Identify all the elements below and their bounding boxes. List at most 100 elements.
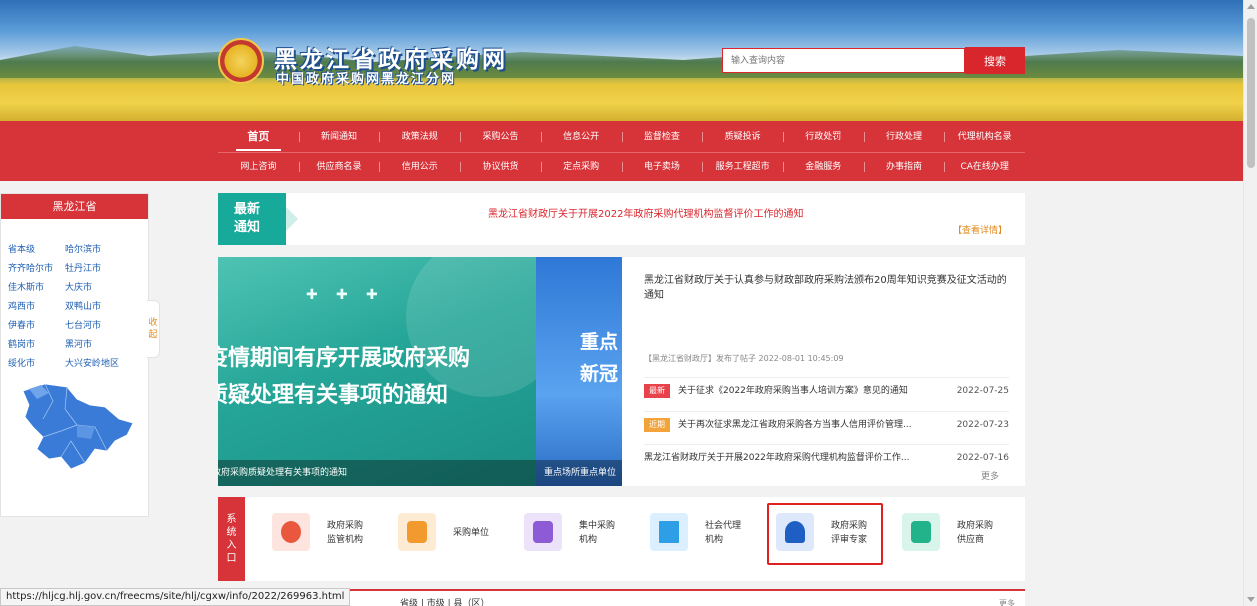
list-item[interactable]: 黑龙江省财政厅关于开展2022年政府采购代理机构监督评价工作... 2022-0… [644,444,1009,470]
nav-item-consult[interactable]: 网上咨询 [218,153,299,181]
search-input[interactable] [722,48,965,73]
list-item[interactable]: 最新 关于征求《2022年政府采购当事人培训方案》意见的通知 2022-07-25 [644,377,1009,403]
supplier-icon[interactable] [902,513,940,551]
region-link[interactable]: 齐齐哈尔市 [8,260,65,279]
system-entry-label: 系 统 入 口 [218,497,245,581]
nav-row-secondary: 网上咨询 供应商名录 信用公示 协议供货 定点采购 电子卖场 服务工程超市 金融… [218,152,1025,181]
entry-label[interactable]: 社会代理 机构 [705,519,765,547]
region-link[interactable]: 绥化市 [8,355,65,374]
nav-item-complaints[interactable]: 质疑投诉 [702,123,783,152]
region-link[interactable]: 鸡西市 [8,298,65,317]
slide-caption-text: 关于疫情期间有序开展政府采购质疑处理有关事项的通知 [218,468,348,478]
nav-item-service-market[interactable]: 服务工程超市 [702,153,783,181]
entry-label-line: 政府采购 [327,521,364,531]
buyer-icon[interactable] [398,513,436,551]
level-tabs[interactable]: 省级 | 市级 | 县（区） [400,596,490,606]
nav-item-guide[interactable]: 办事指南 [863,153,945,181]
entry-label[interactable]: 集中采购 机构 [579,519,639,547]
nav-item-ca[interactable]: CA在线办理 [944,153,1025,181]
nav-item-procurement-notice[interactable]: 采购公告 [460,123,541,152]
label-char: 入 [226,540,237,551]
nav-item-news[interactable]: 新闻通知 [298,123,380,152]
building-icon[interactable] [650,513,688,551]
news-tag-latest: 最新 [644,384,670,398]
entry-label-line: 机构 [705,535,724,545]
latest-notice-badge: 最新 通知 [218,193,298,245]
bottom-more-link[interactable]: 更多 [999,598,1015,606]
slide-headline: 质疑处理有关事项的通知 [218,382,449,408]
nav-item-handling[interactable]: 行政处理 [863,123,945,152]
region-link[interactable]: 七台河市 [65,317,122,336]
news-carousel[interactable]: ✚ ✚ ✚ 疫情期间有序开展政府采购 质疑处理有关事项的通知 关于疫情期间有序开… [218,257,622,486]
page-scrollbar[interactable] [1243,0,1257,606]
badge-line: 最新 [234,202,261,217]
sidebar-title: 黑龙江省 [1,194,148,219]
news-meta: 【黑龙江省财政厅】发布了帖子 2022-08-01 10:45:09 [644,354,844,363]
list-item[interactable]: 近期 关于再次征求黑龙江省政府采购各方当事人信用评价管理... 2022-07-2… [644,411,1009,437]
national-emblem-icon[interactable] [218,38,264,84]
scroll-up-icon[interactable] [1247,4,1255,9]
region-link[interactable]: 鹤岗市 [8,336,65,355]
nav-item-designated[interactable]: 定点采购 [540,153,622,181]
notice-detail-link[interactable]: 【查看详情】 [953,223,1007,236]
news-headline[interactable]: 黑龙江省财政厅关于认真参与财政部政府采购法颁布20周年知识竞赛及征文活动的通知 [644,273,1014,303]
region-link[interactable]: 牡丹江市 [65,260,122,279]
entry-label-line: 监管机构 [327,535,364,545]
search-button[interactable]: 搜索 [965,47,1025,74]
entry-label-line: 社会代理 [705,521,742,531]
notice-link[interactable]: 黑龙江省财政厅关于开展2022年政府采购代理机构监督评价工作的通知 [488,205,803,220]
banner-hills [0,46,1243,78]
news-item-title[interactable]: 关于再次征求黑龙江省政府采购各方当事人信用评价管理... [678,412,918,438]
scroll-down-icon[interactable] [1247,597,1255,602]
nav-item-credit[interactable]: 信用公示 [379,153,460,181]
main-nav: 首页 新闻通知 政策法规 采购公告 信息公开 监督检查 质疑投诉 行政处罚 行政… [0,121,1243,181]
nav-item-finance[interactable]: 金融服务 [782,153,864,181]
carousel-slide[interactable]: 重点 新冠 重点场所重点单位 [536,257,622,486]
slide-caption[interactable]: 重点场所重点单位 [536,460,622,486]
entry-label-line: 供应商 [957,535,985,545]
entry-label[interactable]: 采购单位 [453,526,513,540]
label-char: 口 [226,553,237,564]
region-sidebar: 黑龙江省 省本级 哈尔滨市 齐齐哈尔市 牡丹江市 佳木斯市 大庆市 鸡西市 双鸭山市 伊… [0,193,149,517]
slide-headline: 疫情期间有序开展政府采购 [218,345,471,371]
news-item-title[interactable]: 关于征求《2022年政府采购当事人培训方案》意见的通知 [678,378,918,404]
scroll-thumb[interactable] [1247,18,1255,168]
latest-notice-bar: 最新 通知 黑龙江省财政厅关于开展2022年政府采购代理机构监督评价工作的通知 … [218,193,1025,245]
medical-cross-icon: ✚ [336,287,348,303]
sidebar-collapse-toggle[interactable]: 收起 [147,300,160,358]
province-map-icon[interactable] [15,379,135,474]
carousel-slide[interactable]: ✚ ✚ ✚ 疫情期间有序开展政府采购 质疑处理有关事项的通知 关于疫情期间有序开… [218,257,566,486]
region-link[interactable]: 伊春市 [8,317,65,336]
region-link[interactable]: 大庆市 [65,279,122,298]
status-bar-url: https://hljcg.hlj.gov.cn/freecms/site/hl… [0,588,351,606]
header-banner: 黑龙江省政府采购网 中国政府采购网黑龙江分网 搜索 [0,0,1243,121]
region-link[interactable]: 双鸭山市 [65,298,122,317]
expert-highlight-box [767,503,883,565]
nav-item-penalty[interactable]: 行政处罚 [782,123,864,152]
entry-label[interactable]: 政府采购 供应商 [957,519,1017,547]
region-link[interactable]: 黑河市 [65,336,122,355]
nav-item-emall[interactable]: 电子卖场 [621,153,703,181]
region-link[interactable]: 佳木斯市 [8,279,65,298]
nav-item-disclosure[interactable]: 信息公开 [540,123,622,152]
region-link[interactable]: 省本级 [8,241,65,260]
entry-label-line: 机构 [579,535,598,545]
slide-headline: 重点 [580,331,619,353]
slide-caption[interactable]: 关于疫情期间有序开展政府采购质疑处理有关事项的通知 [218,460,536,486]
nav-item-policy[interactable]: 政策法规 [379,123,460,152]
nav-item-supplier-list[interactable]: 供应商名录 [298,153,380,181]
label-char: 系 [226,514,237,525]
supervision-icon[interactable] [272,513,310,551]
nav-item-agency-list[interactable]: 代理机构名录 [944,123,1025,152]
news-item-date: 2022-07-16 [956,453,1009,463]
region-link[interactable]: 哈尔滨市 [65,241,122,260]
nav-item-home[interactable]: 首页 [218,123,299,152]
cart-icon[interactable] [524,513,562,551]
entry-label[interactable]: 政府采购 监管机构 [327,519,387,547]
nav-item-inspection[interactable]: 监督检查 [621,123,703,152]
news-more-link[interactable]: 更多 [981,469,999,482]
news-panel: 黑龙江省财政厅关于认真参与财政部政府采购法颁布20周年知识竞赛及征文活动的通知 … [622,257,1025,486]
nav-item-agreement[interactable]: 协议供货 [460,153,541,181]
region-link[interactable]: 大兴安岭地区 [65,355,122,374]
news-item-title[interactable]: 黑龙江省财政厅关于开展2022年政府采购代理机构监督评价工作... [644,445,924,471]
